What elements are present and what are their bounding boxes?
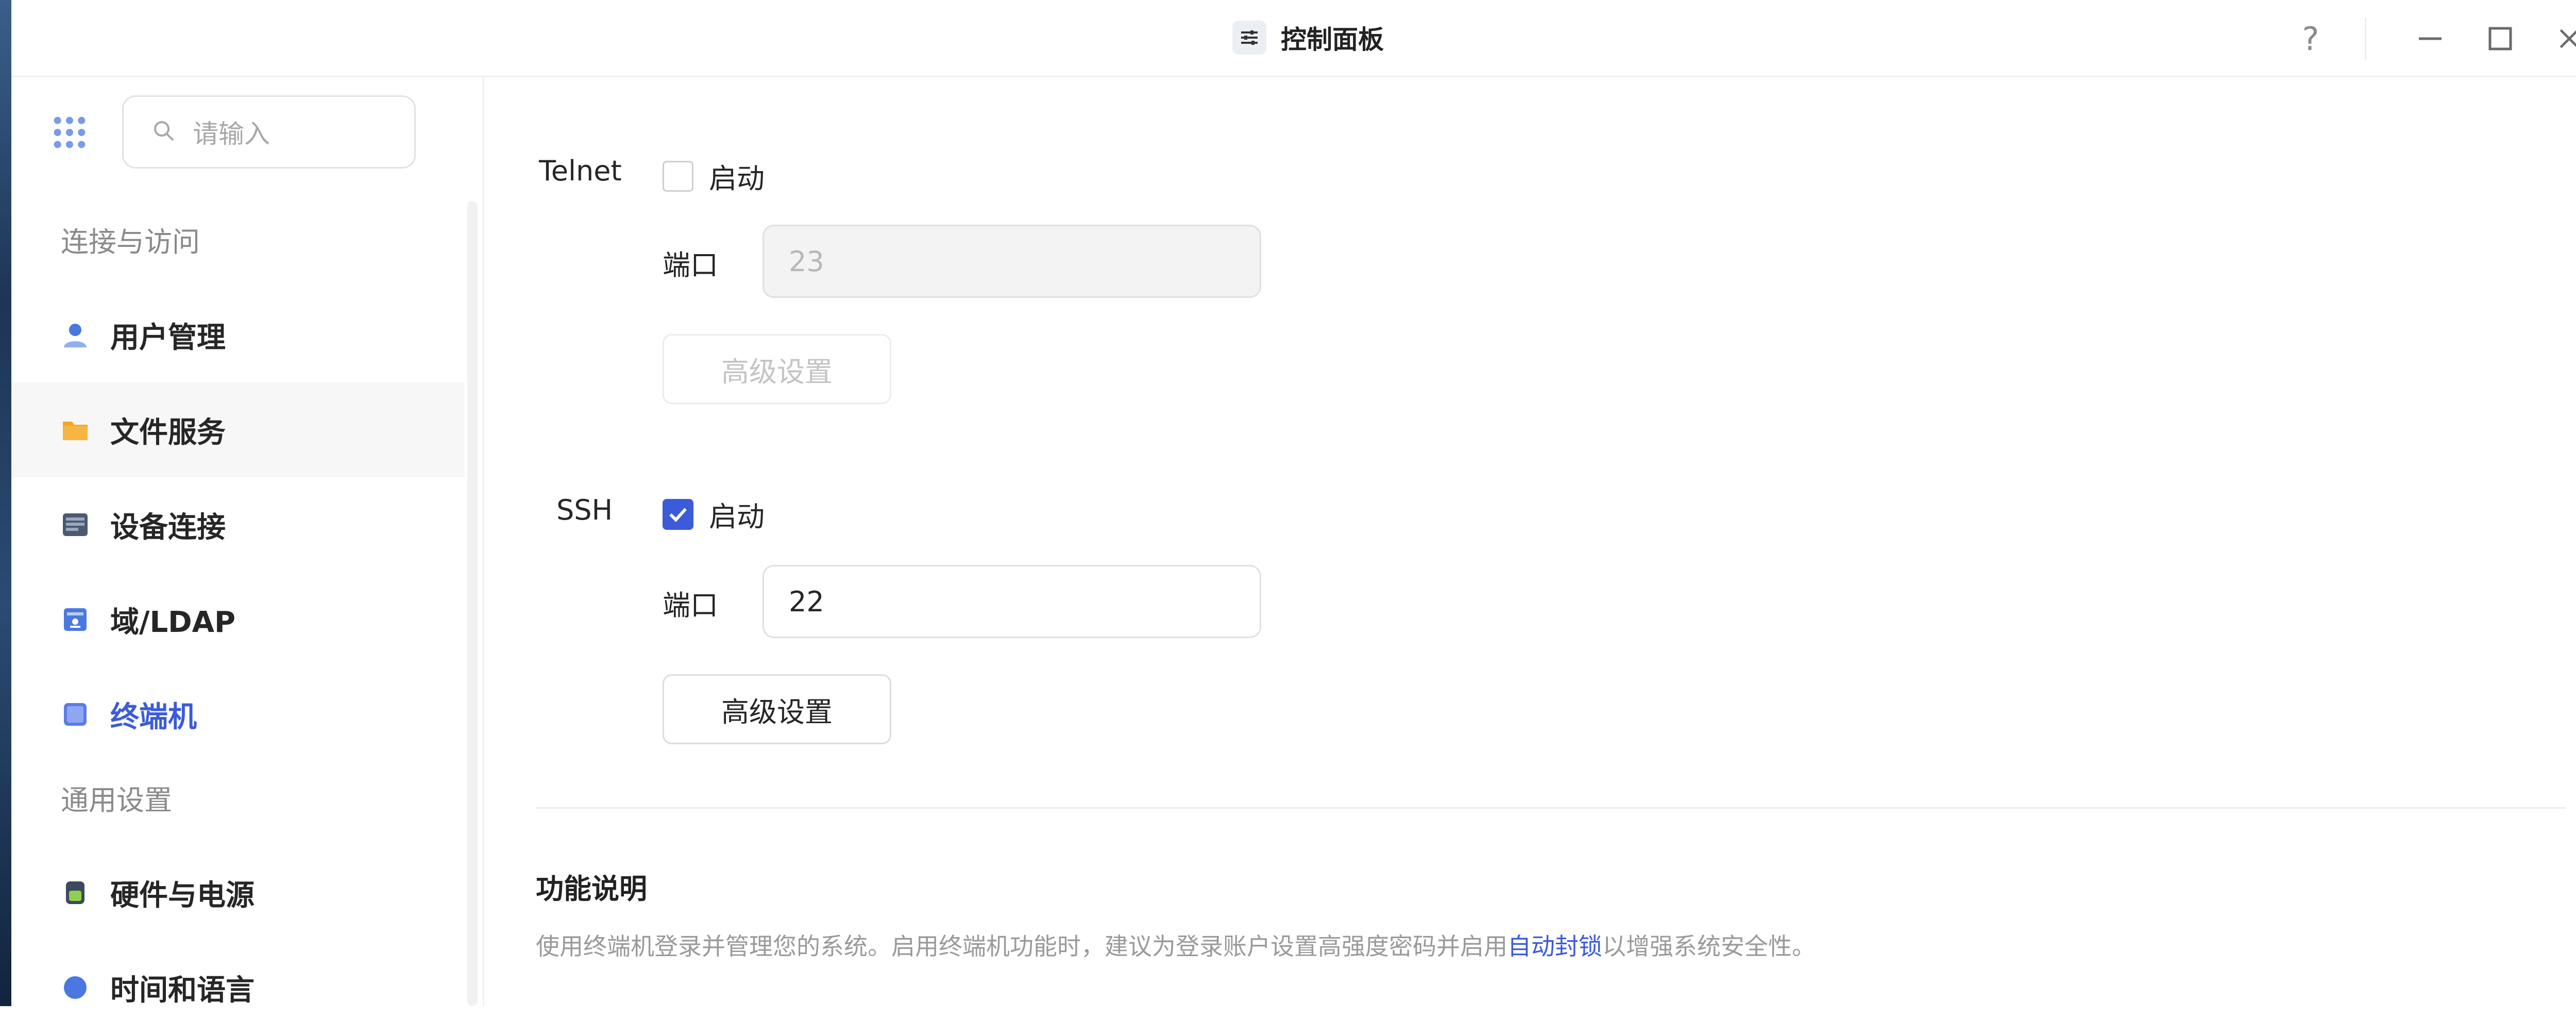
telnet-enable-row[interactable]: 启动 xyxy=(663,156,765,196)
time-language-icon xyxy=(61,973,90,1002)
telnet-enable-checkbox[interactable] xyxy=(663,160,693,192)
ssh-port-input[interactable]: 22 xyxy=(762,565,1261,638)
user-icon xyxy=(61,321,90,349)
section-title-connection: 连接与访问 xyxy=(61,226,200,258)
sidebar-item-label: 硬件与电源 xyxy=(110,878,255,912)
main-content: Telnet 启动 端口 23 高级设置 SSH 启动 端口 22 高级设置 功… xyxy=(484,77,2576,1006)
description-text-before: 使用终端机登录并管理您的系统。启用终端机功能时，建议为登录账户设置高强度密码并启… xyxy=(536,932,1507,960)
title-bar: 控制面板 ? xyxy=(11,0,2576,77)
auto-block-link[interactable]: 自动封锁 xyxy=(1507,932,1602,960)
sidebar-item-label: 终端机 xyxy=(110,700,197,734)
search-placeholder: 请输入 xyxy=(193,119,270,149)
terminal-icon xyxy=(61,700,90,729)
folder-icon xyxy=(61,415,90,444)
sidebar-item-domain-ldap[interactable]: 域/LDAP xyxy=(11,572,465,667)
telnet-advanced-button[interactable]: 高级设置 xyxy=(663,334,891,404)
ssh-enable-label: 启动 xyxy=(709,500,765,533)
close-icon[interactable] xyxy=(2546,15,2576,62)
device-icon xyxy=(61,510,90,539)
ssh-enable-row[interactable]: 启动 xyxy=(663,494,765,535)
section-title-general: 通用设置 xyxy=(61,784,172,816)
ssh-label: SSH xyxy=(556,494,613,526)
apps-grid-icon[interactable] xyxy=(52,114,88,153)
help-icon[interactable]: ? xyxy=(2287,15,2334,62)
sidebar-item-time-language[interactable]: 时间和语言 xyxy=(11,940,465,1035)
control-separator xyxy=(2365,18,2366,60)
section-divider xyxy=(536,807,2566,809)
description-text-after: 以增强系统安全性。 xyxy=(1602,932,1816,960)
search-icon xyxy=(152,120,175,144)
sidebar-item-label: 用户管理 xyxy=(110,321,226,355)
sidebar-item-device-connection[interactable]: 设备连接 xyxy=(11,477,465,572)
sidebar-item-label: 域/LDAP xyxy=(110,605,236,639)
hardware-power-icon xyxy=(61,878,90,907)
search-input[interactable]: 请输入 xyxy=(122,95,416,169)
description-text: 使用终端机登录并管理您的系统。启用终端机功能时，建议为登录账户设置高强度密码并启… xyxy=(536,928,1816,962)
sidebar-item-terminal[interactable]: 终端机 xyxy=(11,667,465,762)
ssh-advanced-button[interactable]: 高级设置 xyxy=(663,674,891,744)
sidebar-item-label: 设备连接 xyxy=(110,510,226,544)
window-title: 控制面板 xyxy=(1232,20,1384,56)
desktop-background xyxy=(0,0,12,1006)
ssh-port-label: 端口 xyxy=(663,589,718,622)
help-glyph: ? xyxy=(2302,20,2319,58)
sidebar-item-hardware-power[interactable]: 硬件与电源 xyxy=(11,845,465,940)
telnet-port-label: 端口 xyxy=(663,249,718,281)
telnet-port-input[interactable]: 23 xyxy=(762,225,1261,298)
check-icon xyxy=(669,508,687,522)
sidebar-item-user-management[interactable]: 用户管理 xyxy=(11,288,465,382)
sliders-icon xyxy=(1232,21,1266,55)
sidebar-item-file-services[interactable]: 文件服务 xyxy=(11,382,465,477)
sidebar-item-label: 文件服务 xyxy=(110,415,226,449)
maximize-icon[interactable] xyxy=(2477,15,2523,62)
ssh-enable-checkbox[interactable] xyxy=(663,498,693,530)
sidebar: 请输入 连接与访问 用户管理 文件服务 设备连接 域/LDAP 终端机 通用设置… xyxy=(11,77,484,1007)
minimize-icon[interactable] xyxy=(2407,15,2453,62)
window-title-text: 控制面板 xyxy=(1281,25,1384,55)
sidebar-scrollbar[interactable] xyxy=(467,201,478,1006)
sidebar-item-label: 时间和语言 xyxy=(110,973,255,1007)
domain-icon xyxy=(61,605,90,634)
telnet-label: Telnet xyxy=(539,155,622,187)
control-panel-window: 控制面板 ? 请输入 连接与访问 用户管理 文件服务 设备连接 域/LDAP 终… xyxy=(11,0,2576,1007)
description-title: 功能说明 xyxy=(536,873,647,905)
telnet-enable-label: 启动 xyxy=(709,162,765,195)
